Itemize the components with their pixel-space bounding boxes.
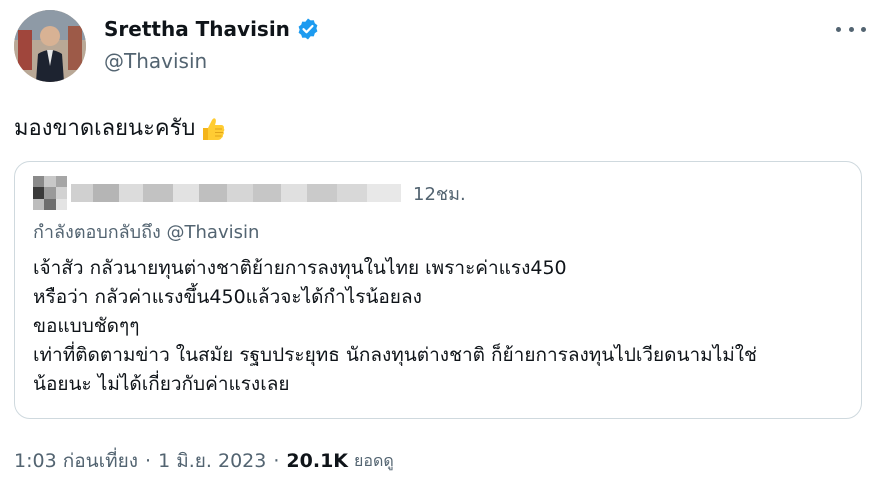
thumbs-up-icon [199, 115, 227, 143]
tweet-time[interactable]: 1:03 ก่อนเที่ยง [14, 448, 138, 474]
tweet-text-content: มองขาดเลยนะครับ [14, 116, 196, 141]
profile-photo-icon [14, 10, 86, 82]
author-name[interactable]: Srettha Thavisin [104, 16, 320, 42]
author-handle[interactable]: @Thavisin [104, 48, 207, 74]
blurred-author-name [71, 182, 401, 204]
verified-badge-icon[interactable] [296, 17, 320, 41]
reply-to-mention[interactable]: @Thavisin [167, 222, 260, 243]
tweet-card: Srettha Thavisin @Thavisin มองขาดเลยนะคร… [0, 0, 874, 477]
meta-separator: · [273, 450, 280, 472]
meta-separator: · [145, 450, 152, 472]
reply-to-line: กำลังตอบกลับถึง @Thavisin [33, 220, 259, 246]
quoted-tweet-line: เจ้าสัว กลัวนายทุนต่างชาติย้ายการลงทุนใน… [33, 257, 567, 279]
views-count[interactable]: 20.1K [286, 448, 348, 474]
quoted-tweet-text: เจ้าสัว กลัวนายทุนต่างชาติย้ายการลงทุนใน… [33, 254, 853, 399]
views-label: ยอดดู [354, 451, 394, 470]
author-name-text[interactable]: Srettha Thavisin [104, 16, 290, 42]
reply-to-prefix: กำลังตอบกลับถึง [33, 222, 161, 243]
tweet-meta: 1:03 ก่อนเที่ยง · 1 มิ.ย. 2023 · 20.1K ย… [14, 448, 394, 474]
quoted-tweet[interactable]: 12ชม. กำลังตอบกลับถึง @Thavisin เจ้าสัว … [14, 161, 862, 419]
quoted-tweet-line: เท่าที่ติดตามข่าว ในสมัย รฐบประยุทธ นักล… [33, 344, 757, 366]
tweet-text: มองขาดเลยนะครับ [14, 114, 227, 144]
more-options-icon[interactable] [836, 18, 866, 40]
quoted-tweet-line: ขอแบบชัดๆๆ [33, 315, 140, 337]
quoted-tweet-line: น้อยนะ ไม่ได้เกี่ยวกับค่าแรงเลย [33, 373, 290, 395]
quoted-tweet-header: 12ชม. [33, 176, 466, 210]
blurred-avatar [33, 176, 67, 210]
quoted-tweet-time[interactable]: 12ชม. [413, 179, 466, 208]
avatar[interactable] [14, 10, 86, 82]
quoted-tweet-line: หรือว่า กลัวค่าแรงขึ้น450แล้วจะได้กำไรน้… [33, 286, 422, 308]
tweet-date[interactable]: 1 มิ.ย. 2023 [158, 448, 266, 474]
